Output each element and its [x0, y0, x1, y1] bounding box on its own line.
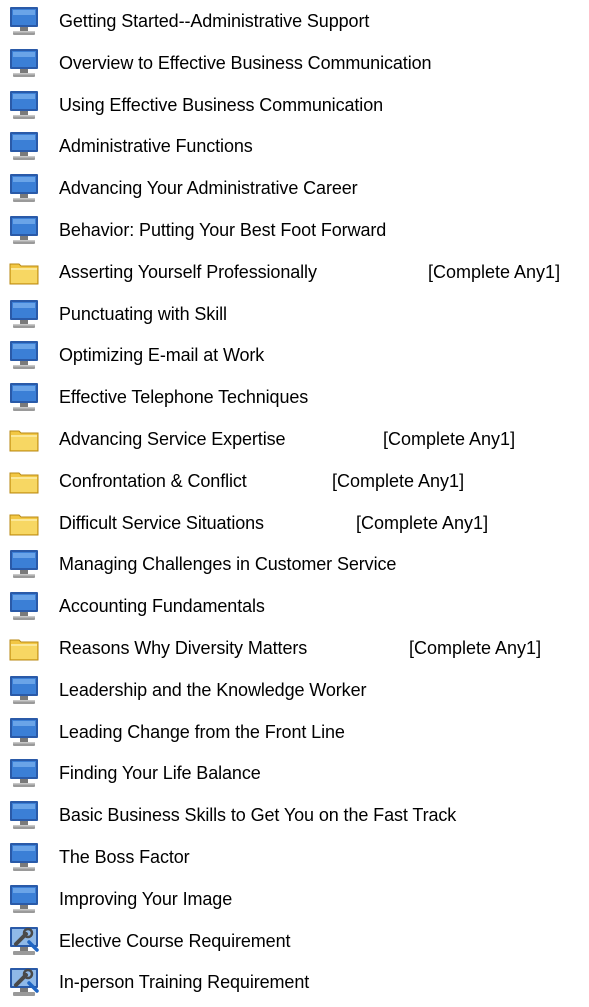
item-label[interactable]: Using Effective Business Communication — [59, 94, 383, 116]
course-item[interactable]: Improving Your Image — [0, 878, 589, 920]
monitor-icon — [7, 840, 41, 874]
monitor-icon — [7, 380, 41, 414]
course-item[interactable]: Basic Business Skills to Get You on the … — [0, 794, 589, 836]
item-label[interactable]: Administrative Functions — [59, 135, 253, 157]
item-label[interactable]: Punctuating with Skill — [59, 303, 227, 325]
course-item[interactable]: Finding Your Life Balance — [0, 752, 589, 794]
course-item[interactable]: Leadership and the Knowledge Worker — [0, 669, 589, 711]
item-label[interactable]: Basic Business Skills to Get You on the … — [59, 804, 456, 826]
item-label[interactable]: Difficult Service Situations — [59, 512, 264, 534]
folder-item[interactable]: Advancing Service Expertise [Complete Any… — [0, 418, 589, 460]
monitor-icon — [7, 46, 41, 80]
requirement-item[interactable]: In-person Training Requirement — [0, 961, 589, 1003]
folder-icon — [7, 506, 41, 540]
item-label[interactable]: The Boss Factor — [59, 846, 190, 868]
folder-icon — [7, 422, 41, 456]
monitor-icon — [7, 547, 41, 581]
course-item[interactable]: Managing Challenges in Customer Service — [0, 543, 589, 585]
monitor-icon — [7, 882, 41, 916]
completion-requirement: [Complete Any1] — [409, 638, 542, 658]
requirement-item[interactable]: Elective Course Requirement — [0, 920, 589, 962]
item-label[interactable]: Managing Challenges in Customer Service — [59, 553, 396, 575]
folder-icon — [7, 255, 41, 289]
item-label[interactable]: Leadership and the Knowledge Worker — [59, 679, 366, 701]
requirement-tool-icon — [7, 965, 41, 999]
item-label[interactable]: Advancing Your Administrative Career — [59, 177, 358, 199]
item-label[interactable]: Getting Started--Administrative Support — [59, 10, 369, 32]
monitor-icon — [7, 129, 41, 163]
completion-requirement: [Complete Any1] — [356, 512, 489, 533]
item-label[interactable]: Leading Change from the Front Line — [59, 721, 345, 743]
folder-icon — [7, 464, 41, 498]
monitor-icon — [7, 171, 41, 205]
course-item[interactable]: Advancing Your Administrative Career — [0, 167, 589, 209]
course-item[interactable]: Using Effective Business Communication — [0, 84, 589, 126]
folder-item[interactable]: Reasons Why Diversity Matters [Complete A… — [0, 627, 589, 669]
requirement-tool-icon — [7, 924, 41, 958]
monitor-icon — [7, 715, 41, 749]
monitor-icon — [7, 673, 41, 707]
item-label[interactable]: Asserting Yourself Professionally — [59, 261, 317, 283]
item-label[interactable]: Accounting Fundamentals — [59, 595, 265, 617]
completion-requirement: [Complete Any1] — [383, 429, 516, 449]
item-label[interactable]: Improving Your Image — [59, 888, 232, 910]
course-item[interactable]: The Boss Factor — [0, 836, 589, 878]
folder-icon — [7, 631, 41, 665]
course-item[interactable]: Optimizing E-mail at Work — [0, 334, 589, 376]
item-label[interactable]: Confrontation & Conflict — [59, 470, 247, 492]
folder-item[interactable]: Difficult Service Situations [Complete An… — [0, 502, 589, 544]
folder-item[interactable]: Confrontation & Conflict [Complete Any1] — [0, 460, 589, 502]
item-label[interactable]: Reasons Why Diversity Matters — [59, 637, 307, 659]
completion-requirement: [Complete Any1] — [428, 261, 561, 282]
item-label[interactable]: Overview to Effective Business Communica… — [59, 52, 432, 74]
item-label[interactable]: Advancing Service Expertise — [59, 428, 286, 450]
course-item[interactable]: Overview to Effective Business Communica… — [0, 42, 589, 84]
monitor-icon — [7, 756, 41, 790]
folder-item[interactable]: Asserting Yourself Professionally [Comple… — [0, 251, 589, 293]
monitor-icon — [7, 88, 41, 122]
course-item[interactable]: Accounting Fundamentals — [0, 585, 589, 627]
monitor-icon — [7, 297, 41, 331]
monitor-icon — [7, 213, 41, 247]
item-label[interactable]: Finding Your Life Balance — [59, 762, 261, 784]
course-item[interactable]: Effective Telephone Techniques — [0, 376, 589, 418]
monitor-icon — [7, 589, 41, 623]
item-label[interactable]: Elective Course Requirement — [59, 930, 291, 952]
completion-requirement: [Complete Any1] — [332, 470, 465, 491]
monitor-icon — [7, 338, 41, 372]
course-item[interactable]: Punctuating with Skill — [0, 293, 589, 335]
course-item[interactable]: Leading Change from the Front Line — [0, 711, 589, 753]
monitor-icon — [7, 4, 41, 38]
course-item[interactable]: Administrative Functions — [0, 125, 589, 167]
item-label[interactable]: Effective Telephone Techniques — [59, 386, 308, 408]
item-label[interactable]: Optimizing E-mail at Work — [59, 344, 264, 366]
item-label[interactable]: In-person Training Requirement — [59, 971, 309, 993]
monitor-icon — [7, 798, 41, 832]
course-item[interactable]: Behavior: Putting Your Best Foot Forward — [0, 209, 589, 251]
item-label[interactable]: Behavior: Putting Your Best Foot Forward — [59, 219, 386, 241]
course-item[interactable]: Getting Started--Administrative Support — [0, 0, 589, 42]
